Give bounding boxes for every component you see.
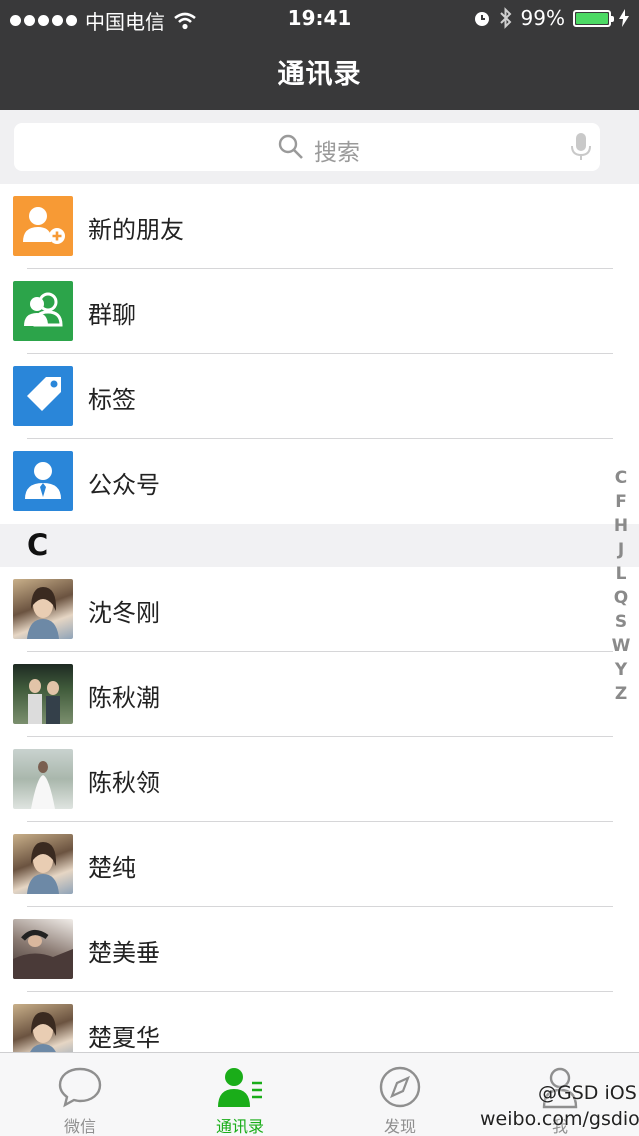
tab-contacts[interactable]: 通讯录 <box>160 1053 320 1136</box>
index-letter[interactable]: F <box>609 492 633 516</box>
list-item-label: 群聊 <box>88 301 136 329</box>
battery-percent: 99% <box>520 6 565 30</box>
list-item-official-accounts[interactable]: 公众号 <box>0 439 639 524</box>
bluetooth-icon <box>499 7 511 29</box>
tag-icon <box>13 366 73 426</box>
avatar <box>13 579 73 639</box>
contact-name: 陈秋领 <box>88 769 160 797</box>
contacts-icon <box>218 1068 262 1107</box>
list-item-group-chats[interactable]: 群聊 <box>0 269 639 354</box>
index-letter[interactable]: W <box>609 636 633 660</box>
contact-row[interactable]: 陈秋领 <box>0 737 639 822</box>
contact-name: 楚夏华 <box>88 1024 160 1052</box>
list-item-label: 公众号 <box>88 471 160 499</box>
section-header: C <box>0 524 639 567</box>
list-item-new-friends[interactable]: 新的朋友 <box>0 184 639 269</box>
contact-name: 楚纯 <box>88 854 136 882</box>
contact-name: 沈冬刚 <box>88 599 160 627</box>
top-bar: 中国电信 19:41 99% 通讯录 <box>0 0 639 110</box>
watermark-line: @GSD iOS <box>538 1082 637 1104</box>
avatar <box>13 664 73 724</box>
charging-icon <box>619 9 629 27</box>
contact-name: 楚美垂 <box>88 939 160 967</box>
list-item-tags[interactable]: 标签 <box>0 354 639 439</box>
alarm-icon <box>474 12 489 26</box>
section-letter: C <box>27 528 49 562</box>
list-item-label: 新的朋友 <box>88 216 184 244</box>
compass-icon <box>379 1066 421 1108</box>
contact-name: 陈秋潮 <box>88 684 160 712</box>
index-letter[interactable]: C <box>609 468 633 492</box>
index-letter[interactable]: Z <box>609 684 633 708</box>
index-letter[interactable]: Y <box>609 660 633 684</box>
index-letter[interactable]: L <box>609 564 633 588</box>
microphone-icon[interactable] <box>569 132 593 162</box>
tab-label: 通讯录 <box>215 1117 264 1136</box>
status-bar: 中国电信 19:41 99% <box>0 0 639 36</box>
search-placeholder: 搜索 <box>314 140 360 166</box>
alphabet-index[interactable]: C F H J L Q S W Y Z <box>609 468 633 708</box>
group-chat-icon <box>13 281 73 341</box>
battery-icon <box>573 9 614 27</box>
avatar <box>13 919 73 979</box>
tab-label: 发现 <box>383 1117 416 1136</box>
search-icon <box>278 134 303 159</box>
contact-row[interactable]: 楚美垂 <box>0 907 639 992</box>
index-letter[interactable]: S <box>609 612 633 636</box>
contact-row[interactable]: 沈冬刚 <box>0 567 639 652</box>
avatar <box>13 749 73 809</box>
index-letter[interactable]: Q <box>609 588 633 612</box>
tab-discover[interactable]: 发现 <box>320 1053 480 1136</box>
contact-row[interactable]: 陈秋潮 <box>0 652 639 737</box>
avatar <box>13 834 73 894</box>
add-friend-icon <box>13 196 73 256</box>
page-title: 通讯录 <box>277 59 362 90</box>
index-letter[interactable]: H <box>609 516 633 540</box>
tab-chats[interactable]: 微信 <box>0 1053 160 1136</box>
watermark: @GSD iOS weibo.com/gsdios <box>480 1080 639 1132</box>
tab-label: 微信 <box>63 1117 96 1136</box>
official-account-icon <box>13 451 73 511</box>
chat-bubble-icon <box>58 1067 102 1108</box>
list-item-label: 标签 <box>88 386 136 414</box>
search-input[interactable]: 搜索 <box>14 123 600 171</box>
contact-row[interactable]: 楚纯 <box>0 822 639 907</box>
index-letter[interactable]: J <box>609 540 633 564</box>
search-area: 搜索 <box>0 110 639 184</box>
watermark-line: weibo.com/gsdios <box>480 1108 639 1130</box>
